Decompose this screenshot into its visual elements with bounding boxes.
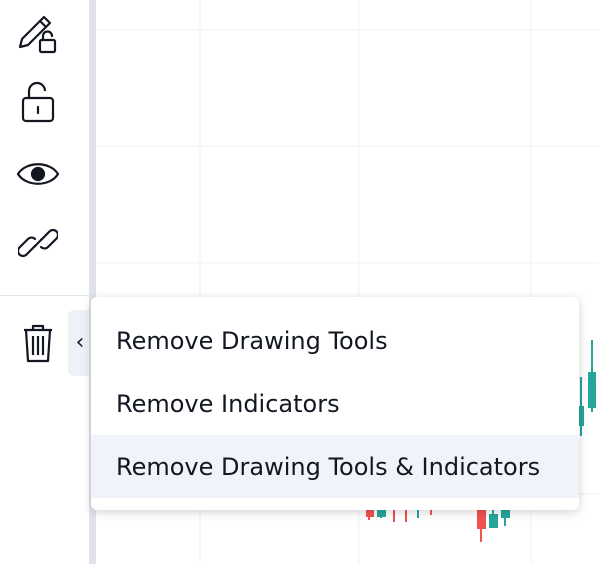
trash-icon	[22, 324, 54, 364]
lock-drawings-button[interactable]	[10, 3, 66, 59]
link-icon	[18, 223, 58, 263]
visibility-button[interactable]	[10, 146, 66, 202]
unlock-icon	[20, 80, 56, 124]
eye-icon	[16, 159, 60, 189]
remove-objects-menu: Remove Drawing Tools Remove Indicators R…	[91, 297, 579, 510]
link-button[interactable]	[10, 215, 66, 271]
unlock-button[interactable]	[10, 74, 66, 130]
menu-item-remove-drawing-tools-and-indicators[interactable]: Remove Drawing Tools & Indicators	[91, 435, 579, 498]
remove-objects-button[interactable]	[10, 316, 66, 372]
menu-item-remove-indicators[interactable]: Remove Indicators	[91, 372, 579, 435]
toolbar-separator	[0, 295, 89, 296]
pencil-lock-icon	[16, 7, 60, 55]
left-toolbar: ‹	[0, 0, 92, 564]
menu-item-remove-drawing-tools[interactable]: Remove Drawing Tools	[91, 309, 579, 372]
chevron-left-icon: ‹	[75, 330, 85, 355]
